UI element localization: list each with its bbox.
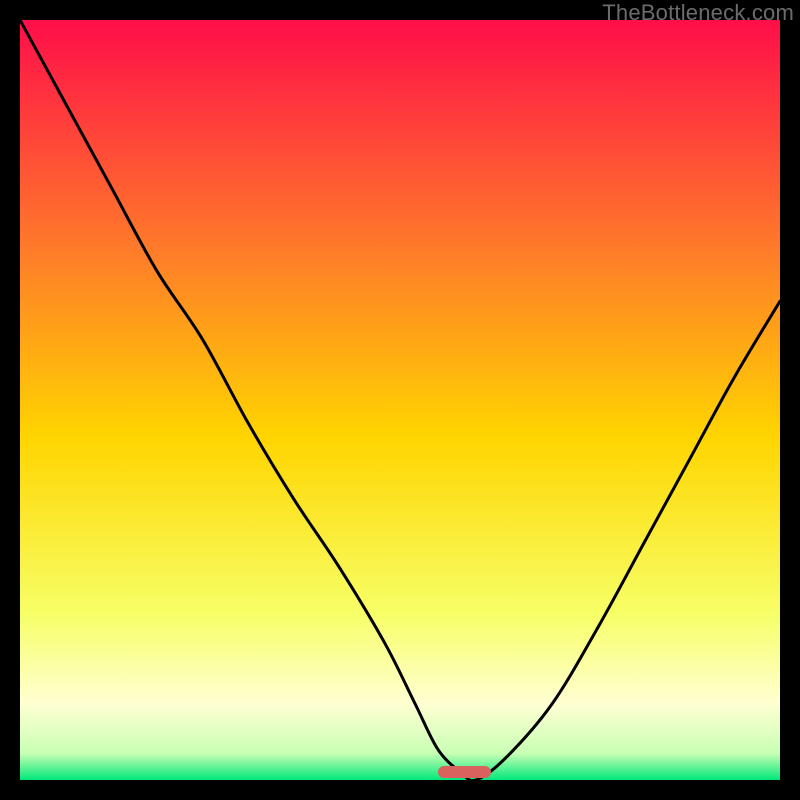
chart-frame: TheBottleneck.com (0, 0, 800, 800)
plot-area (20, 20, 780, 780)
watermark-text: TheBottleneck.com (602, 0, 794, 26)
bottleneck-curve (20, 20, 780, 780)
minimum-marker (438, 766, 491, 778)
